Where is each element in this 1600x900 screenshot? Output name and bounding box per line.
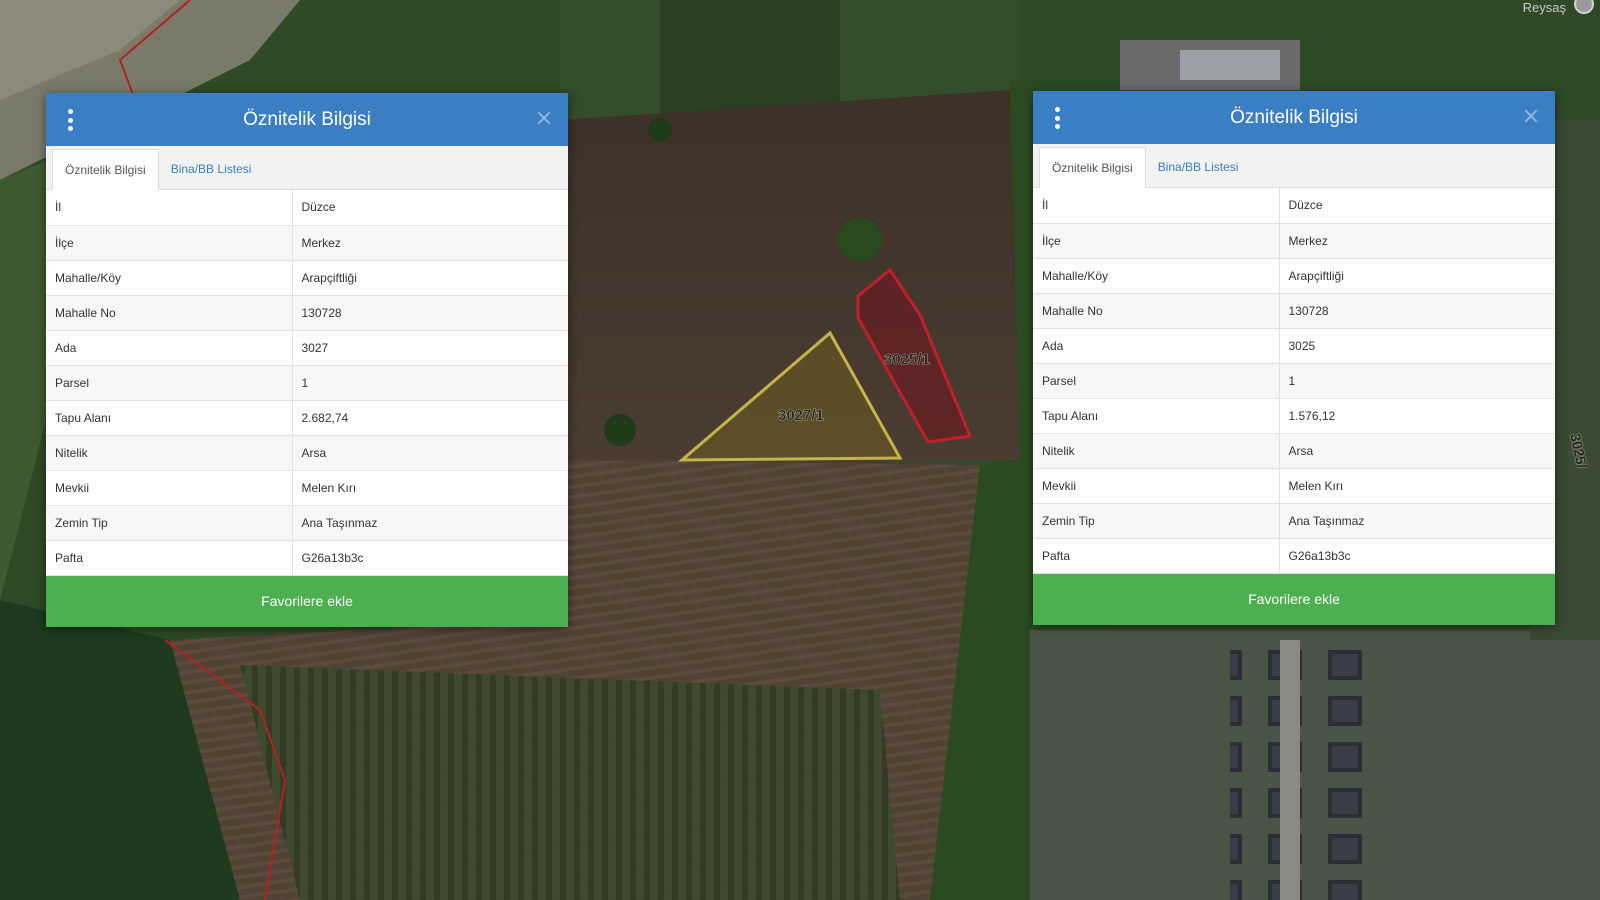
table-row: Zemin Tip Ana Taşınmaz bbox=[46, 505, 568, 541]
table-row: Mevkii Melen Kırı bbox=[46, 470, 568, 506]
attribute-value: 1.576,12 bbox=[1279, 398, 1555, 434]
panel-title: Öznitelik Bilgisi bbox=[1230, 106, 1358, 128]
panel-header: Öznitelik Bilgisi bbox=[46, 93, 568, 146]
table-row: Tapu Alanı 2.682,74 bbox=[46, 400, 568, 436]
attribute-key: Mahalle No bbox=[46, 295, 293, 331]
attribute-value: Arapçiftliği bbox=[1279, 258, 1555, 294]
attribute-value: Merkez bbox=[1279, 223, 1555, 259]
table-row: Pafta G26a13b3c bbox=[1033, 538, 1555, 574]
table-row: İlçe Merkez bbox=[1033, 223, 1555, 259]
table-row: Tapu Alanı 1.576,12 bbox=[1033, 398, 1555, 434]
table-row: İlçe Merkez bbox=[46, 225, 568, 261]
attribute-key: Parsel bbox=[46, 365, 293, 401]
tab-attributes[interactable]: Öznitelik Bilgisi bbox=[52, 149, 159, 190]
attribute-panel-left: Öznitelik Bilgisi Öznitelik Bilgisi Bina… bbox=[46, 93, 568, 627]
panel-tabs: Öznitelik Bilgisi Bina/BB Listesi bbox=[1033, 144, 1555, 188]
table-row: Nitelik Arsa bbox=[46, 435, 568, 471]
attribute-table: İl Düzce İlçe Merkez Mahalle/Köy Arapçiftliği… bbox=[46, 190, 568, 576]
attribute-key: Nitelik bbox=[1033, 433, 1280, 469]
table-row: Mahalle No 130728 bbox=[46, 295, 568, 331]
table-row: Nitelik Arsa bbox=[1033, 433, 1555, 469]
attribute-key: Zemin Tip bbox=[46, 505, 293, 541]
more-vertical-icon[interactable] bbox=[66, 109, 74, 131]
parcel-3027-1-label: 3027/1 bbox=[778, 407, 824, 424]
attribute-key: Parsel bbox=[1033, 363, 1280, 399]
attribute-table: İl Düzce İlçe Merkez Mahalle/Köy Arapçiftliği… bbox=[1033, 188, 1555, 574]
attribute-value: 3027 bbox=[292, 330, 568, 366]
close-icon[interactable] bbox=[1519, 104, 1543, 128]
table-row: Mahalle/Köy Arapçiftliği bbox=[1033, 258, 1555, 294]
attribute-value: Arapçiftliği bbox=[292, 260, 568, 296]
add-to-favorites-button[interactable]: Favorilere ekle bbox=[46, 575, 568, 627]
attribute-key: Zemin Tip bbox=[1033, 503, 1280, 539]
attribute-key: Mevkii bbox=[46, 470, 293, 506]
attribute-value: Melen Kırı bbox=[1279, 468, 1555, 504]
attribute-key: Nitelik bbox=[46, 435, 293, 471]
attribute-key: Pafta bbox=[1033, 538, 1280, 574]
attribute-key: Ada bbox=[46, 330, 293, 366]
attribute-key: İlçe bbox=[46, 225, 293, 261]
attribute-value: Arsa bbox=[1279, 433, 1555, 469]
close-icon[interactable] bbox=[532, 106, 556, 130]
attribute-key: Ada bbox=[1033, 328, 1280, 364]
table-row: Ada 3027 bbox=[46, 330, 568, 366]
tab-building-list[interactable]: Bina/BB Listesi bbox=[159, 149, 264, 189]
panel-title: Öznitelik Bilgisi bbox=[243, 108, 371, 130]
tab-building-list[interactable]: Bina/BB Listesi bbox=[1146, 147, 1251, 187]
attribute-value: 2.682,74 bbox=[292, 400, 568, 436]
tab-attributes[interactable]: Öznitelik Bilgisi bbox=[1039, 147, 1146, 188]
attribute-key: Mahalle/Köy bbox=[1033, 258, 1280, 294]
attribute-value: Ana Taşınmaz bbox=[1279, 503, 1555, 539]
attribute-key: Mahalle No bbox=[1033, 293, 1280, 329]
attribute-key: İl bbox=[1033, 188, 1280, 224]
attribute-value: 130728 bbox=[1279, 293, 1555, 329]
table-row: Mevkii Melen Kırı bbox=[1033, 468, 1555, 504]
table-row: Mahalle No 130728 bbox=[1033, 293, 1555, 329]
add-to-favorites-button[interactable]: Favorilere ekle bbox=[1033, 573, 1555, 625]
attribute-value: Düzce bbox=[1279, 188, 1555, 224]
more-vertical-icon[interactable] bbox=[1053, 107, 1061, 129]
attribute-key: Tapu Alanı bbox=[1033, 398, 1280, 434]
attribute-key: İl bbox=[46, 190, 293, 226]
table-row: Pafta G26a13b3c bbox=[46, 540, 568, 576]
attribute-value: Melen Kırı bbox=[292, 470, 568, 506]
attribute-key: Pafta bbox=[46, 540, 293, 576]
panel-tabs: Öznitelik Bilgisi Bina/BB Listesi bbox=[46, 146, 568, 190]
parcel-3025-1-label: 3025/1 bbox=[884, 351, 930, 368]
attribute-value: Düzce bbox=[292, 190, 568, 226]
table-row: Mahalle/Köy Arapçiftliği bbox=[46, 260, 568, 296]
attribute-value: G26a13b3c bbox=[1279, 538, 1555, 574]
panel-header: Öznitelik Bilgisi bbox=[1033, 91, 1555, 144]
attribute-value: 130728 bbox=[292, 295, 568, 331]
attribute-key: İlçe bbox=[1033, 223, 1280, 259]
attribute-value: Ana Taşınmaz bbox=[292, 505, 568, 541]
attribute-value: Arsa bbox=[292, 435, 568, 471]
attribute-value: G26a13b3c bbox=[292, 540, 568, 576]
attribute-key: Tapu Alanı bbox=[46, 400, 293, 436]
attribute-value: 1 bbox=[1279, 363, 1555, 399]
attribute-panel-right: Öznitelik Bilgisi Öznitelik Bilgisi Bina… bbox=[1033, 91, 1555, 625]
map-place-label: Reysaş bbox=[1522, 0, 1566, 15]
table-row: Parsel 1 bbox=[1033, 363, 1555, 399]
table-row: Zemin Tip Ana Taşınmaz bbox=[1033, 503, 1555, 539]
attribute-key: Mahalle/Köy bbox=[46, 260, 293, 296]
attribute-value: 1 bbox=[292, 365, 568, 401]
attribute-value: 3025 bbox=[1279, 328, 1555, 364]
table-row: İl Düzce bbox=[46, 190, 568, 226]
attribute-key: Mevkii bbox=[1033, 468, 1280, 504]
table-row: Parsel 1 bbox=[46, 365, 568, 401]
table-row: İl Düzce bbox=[1033, 188, 1555, 224]
attribute-value: Merkez bbox=[292, 225, 568, 261]
table-row: Ada 3025 bbox=[1033, 328, 1555, 364]
